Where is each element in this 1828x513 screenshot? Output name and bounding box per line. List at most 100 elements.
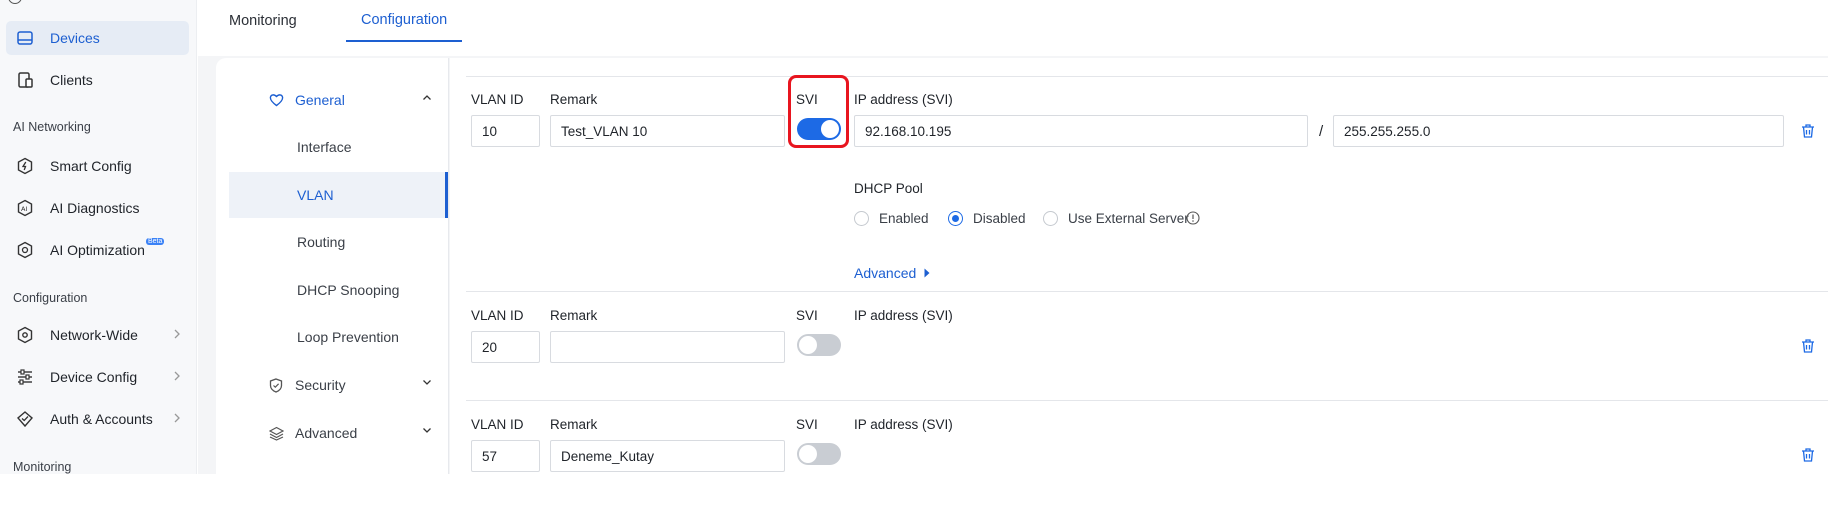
subnav-dhcp-snooping[interactable]: DHCP Snooping [229,267,448,313]
remark-input[interactable]: Deneme_Kutay [550,440,785,472]
chevron-right-icon [174,413,180,423]
layers-icon [269,425,285,441]
ip-svi-label: IP address (SVI) [854,417,953,432]
nav-ai-diagnostics-label: AI Diagnostics [50,200,140,216]
vlan-id-input[interactable]: 20 [471,331,540,363]
dhcp-pool-label: DHCP Pool [854,181,923,196]
nav-network-wide-label: Network-Wide [50,327,138,343]
beta-badge: Beta [145,237,165,245]
trash-icon[interactable] [1800,447,1816,463]
remark-input[interactable] [550,331,785,363]
devices-icon [14,27,36,49]
chevron-right-icon [174,371,180,381]
subnav-advanced[interactable]: Advanced [229,410,448,456]
toggle-knob [799,336,817,354]
caret-right-icon [924,268,930,278]
nav-device-config[interactable]: Device Config [6,360,189,394]
nav-auth-accounts[interactable]: Auth & Accounts [6,402,189,436]
vlan-id-label: VLAN ID [471,417,524,432]
vlan-row: VLAN ID Remark SVI IP address (SVI) 57 D… [466,400,1828,474]
subnav-loop-prevention[interactable]: Loop Prevention [229,314,448,360]
nav-device-config-label: Device Config [50,369,138,385]
svi-label: SVI [796,308,818,323]
top-tab-bar: Monitoring Configuration [198,0,1828,56]
subnav-vlan-label: VLAN [297,187,334,203]
subnav-security-label: Security [295,377,346,393]
nav-clients[interactable]: Clients [6,63,189,97]
subnav-vlan[interactable]: VLAN [229,172,448,218]
remark-label: Remark [550,308,598,323]
advanced-link-label: Advanced [854,265,917,281]
subnav-security[interactable]: Security [229,362,448,408]
tab-monitoring[interactable]: Monitoring [229,0,297,42]
smart-config-icon [14,155,36,177]
nav-ai-diagnostics[interactable]: AI AI Diagnostics [6,191,189,225]
subnav-loop-prevention-label: Loop Prevention [297,329,399,345]
remark-input[interactable]: Test_VLAN 10 [550,115,785,147]
subnav-dhcp-snooping-label: DHCP Snooping [297,282,400,298]
dhcp-enabled-radio[interactable] [854,211,869,226]
section-monitoring: Monitoring [13,460,72,474]
dhcp-disabled-label: Disabled [973,211,1026,226]
subnav-interface[interactable]: Interface [229,124,448,170]
tab-configuration[interactable]: Configuration [346,0,463,42]
ip-svi-label: IP address (SVI) [854,308,953,323]
advanced-toggle-link[interactable]: Advanced [854,265,930,281]
ip-svi-label: IP address (SVI) [854,92,953,107]
dhcp-external-radio[interactable] [1043,211,1058,226]
nav-ai-optimization-label: AI Optimization [50,242,145,258]
info-icon[interactable] [1186,211,1200,225]
remark-label: Remark [550,417,598,432]
shield-icon [269,377,285,393]
chevron-down-icon [423,380,431,385]
nav-auth-accounts-label: Auth & Accounts [50,411,153,427]
trash-icon[interactable] [1800,123,1816,139]
nav-devices-label: Devices [50,30,100,46]
auth-accounts-icon [14,408,36,430]
left-navigation: Devices Clients AI Networking Smart Conf… [0,0,197,474]
vlan-id-label: VLAN ID [471,92,524,107]
svi-toggle[interactable] [797,443,841,465]
ip-mask-separator: / [1319,123,1324,140]
subnav-general-label: General [295,92,345,108]
svi-toggle[interactable] [797,334,841,356]
nav-network-wide[interactable]: Network-Wide [6,318,189,352]
device-config-icon [14,366,36,388]
subnav-general[interactable]: General [229,77,448,123]
vlan-id-label: VLAN ID [471,308,524,323]
ai-optimization-icon [14,239,36,261]
dhcp-external-label: Use External Server [1068,211,1189,226]
chevron-down-icon [423,428,431,433]
nav-ai-optimization[interactable]: AI Optimization Beta [6,233,189,267]
subnet-mask-input[interactable]: 255.255.255.0 [1333,115,1784,147]
section-ai-networking: AI Networking [13,120,91,134]
vlan-row: VLAN ID Remark SVI IP address (SVI) 10 T… [466,75,1828,291]
clients-icon [14,69,36,91]
subnav-routing-label: Routing [297,234,346,250]
svi-label: SVI [796,417,818,432]
toggle-knob [799,445,817,463]
subnav-routing[interactable]: Routing [229,219,448,265]
nav-devices[interactable]: Devices [6,21,189,55]
vlan-config-panel: VLAN ID Remark SVI IP address (SVI) 10 T… [450,58,1828,474]
chevron-up-icon [423,95,431,100]
vlan-row: VLAN ID Remark SVI IP address (SVI) 20 [466,291,1828,400]
heart-icon [269,92,285,108]
network-wide-icon [14,324,36,346]
ai-diagnostics-icon: AI [14,197,36,219]
chevron-right-icon [174,329,180,339]
nav-smart-config[interactable]: Smart Config [6,149,189,183]
vlan-id-input[interactable]: 57 [471,440,540,472]
vlan-id-input[interactable]: 10 [471,115,540,147]
svi-toggle[interactable] [797,118,841,140]
subnav-interface-label: Interface [297,139,352,155]
ip-address-input[interactable]: 92.168.10.195 [854,115,1308,147]
dhcp-enabled-label: Enabled [879,211,929,226]
config-subnav: General Interface VLAN Routing DHCP Snoo… [216,58,449,474]
nav-smart-config-label: Smart Config [50,158,132,174]
partial-top-icon [8,0,22,4]
trash-icon[interactable] [1800,338,1816,354]
svg-text:AI: AI [21,205,27,213]
dhcp-disabled-radio[interactable] [948,211,963,226]
toggle-knob [821,120,839,138]
